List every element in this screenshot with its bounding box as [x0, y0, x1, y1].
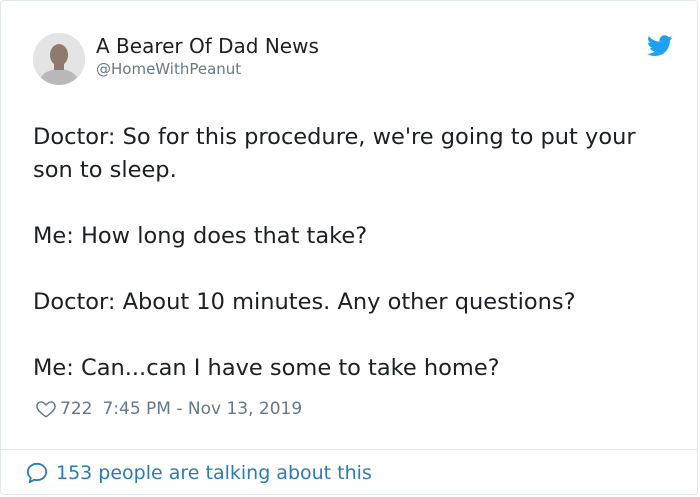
tweet-header: A Bearer Of Dad News @HomeWithPeanut [33, 33, 673, 89]
user-avatar-icon [33, 33, 85, 85]
tweet-text: Doctor: So for this procedure, we're goi… [33, 121, 668, 385]
author-handle[interactable]: @HomeWithPeanut [96, 59, 319, 79]
tweet-card: A Bearer Of Dad News @HomeWithPeanut Doc… [0, 0, 698, 495]
divider [1, 449, 697, 450]
speech-bubble-icon [25, 461, 49, 485]
tweet-meta: 722 7:45 PM - Nov 13, 2019 [35, 397, 302, 421]
twitter-bird-icon[interactable] [647, 35, 673, 57]
conversation-label: 153 people are talking about this [56, 462, 372, 484]
tweet-paragraph: Doctor: So for this procedure, we're goi… [33, 124, 636, 183]
tweet-paragraph: Me: How long does that take? [33, 223, 368, 249]
like-count[interactable]: 722 [60, 399, 92, 419]
conversation-link[interactable]: 153 people are talking about this [25, 459, 372, 487]
author-display-name[interactable]: A Bearer Of Dad News [96, 34, 319, 58]
tweet-paragraph: Me: Can...can I have some to take home? [33, 355, 500, 381]
avatar[interactable] [33, 33, 85, 85]
heart-icon[interactable] [35, 398, 57, 420]
tweet-paragraph: Doctor: About 10 minutes. Any other ques… [33, 289, 576, 315]
author-names: A Bearer Of Dad News @HomeWithPeanut [96, 34, 319, 79]
timestamp-link[interactable]: 7:45 PM - Nov 13, 2019 [102, 399, 302, 419]
